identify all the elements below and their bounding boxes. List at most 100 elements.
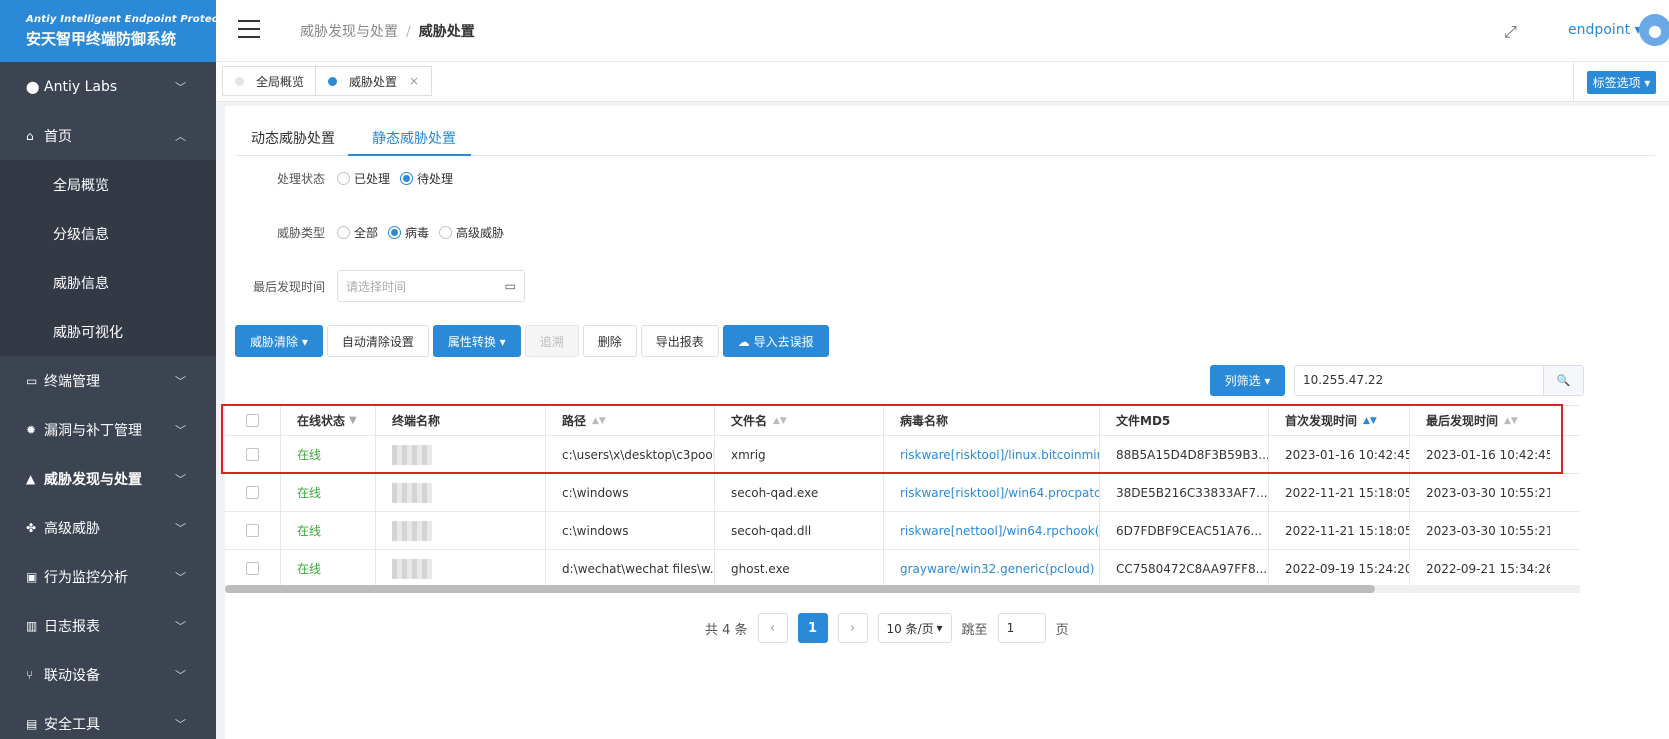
tab-overview[interactable]: 全局概览 — [222, 66, 318, 96]
radio-virus[interactable]: 病毒 — [388, 224, 429, 241]
status-cell: 在线 — [281, 550, 376, 587]
avatar[interactable]: ● — [1639, 14, 1669, 46]
radio-all[interactable]: 全部 — [337, 224, 378, 241]
md5-cell: 38DE5B216C33833AF7... — [1100, 474, 1269, 511]
sort-icon[interactable]: ▲▼ — [1363, 416, 1377, 426]
tab-label: 全局概览 — [256, 74, 305, 89]
jump-page-input[interactable]: 1 — [997, 613, 1046, 643]
filter-icon[interactable]: ▼ — [349, 415, 357, 426]
horizontal-scrollbar[interactable] — [225, 585, 1580, 593]
page-suffix: 页 — [1055, 622, 1069, 638]
endpoint-name-cell — [376, 474, 546, 511]
export-report-button[interactable]: 导出报表 — [640, 325, 719, 357]
page-number-button[interactable]: 1 — [797, 613, 828, 643]
endpoint-name-cell — [376, 550, 546, 587]
date-picker-input[interactable]: 请选择时间 ▭ — [337, 270, 525, 302]
radio-pending[interactable]: 待处理 — [400, 170, 453, 187]
sort-icon[interactable]: ▲▼ — [773, 416, 787, 426]
sidebar-item-label: 行为监控分析 — [44, 569, 128, 586]
trace-button[interactable]: 追溯 — [524, 325, 579, 357]
virus-name-link[interactable]: riskware[nettool]/win64.rpchook(pcloud) — [884, 512, 1100, 549]
header-online-status[interactable]: 在线状态 ▼ — [281, 406, 376, 435]
sub-tabs: 动态威胁处置 静态威胁处置 — [235, 116, 1655, 156]
tag-options-button[interactable]: 标签选项 ▾ — [1586, 70, 1657, 94]
sidebar-item-threat-disposal[interactable]: ▲ 威胁发现与处置 ﹀ — [0, 454, 216, 503]
sidebar-item-advanced-threat[interactable]: ✤ 高级威胁 ﹀ — [0, 503, 216, 552]
sidebar-subitem-threat-visual[interactable]: 威胁可视化 — [0, 307, 216, 356]
table-row[interactable]: 在线 c:\windows secoh-qad.exe riskware[ris… — [225, 474, 1580, 512]
close-icon[interactable]: × — [409, 74, 419, 88]
sidebar-item-home[interactable]: ⌂ 首页 ︿ — [0, 111, 216, 160]
sort-icon[interactable]: ▲▼ — [1504, 416, 1518, 426]
row-select-cell — [225, 474, 281, 511]
sidebar-subitem-overview[interactable]: 全局概览 — [0, 160, 216, 209]
table-row[interactable]: 在线 c:\windows secoh-qad.dll riskware[net… — [225, 512, 1580, 550]
radio-circle — [337, 172, 350, 185]
virus-name-link[interactable]: riskware[risktool]/linux.bitcoinminer.n(… — [884, 436, 1100, 473]
sidebar-item-label: 安全工具 — [44, 716, 100, 733]
row-checkbox[interactable] — [246, 524, 259, 537]
sidebar-item-linked-devices[interactable]: ⑂ 联动设备 ﹀ — [0, 650, 216, 699]
radio-advanced[interactable]: 高级威胁 — [439, 224, 504, 241]
search-input[interactable]: 10.255.47.22 — [1295, 366, 1543, 395]
row-checkbox[interactable] — [246, 486, 259, 499]
header-label: 在线状态 — [297, 414, 346, 428]
filename-cell: secoh-qad.dll — [715, 512, 884, 549]
radio-processed[interactable]: 已处理 — [337, 170, 390, 187]
sidebar-item-antiy-labs[interactable]: ⬤ Antiy Labs ﹀ — [0, 62, 216, 111]
last-seen-cell: 2023-03-30 10:55:21 — [1426, 485, 1550, 500]
logo: Antiy Intelligent Endpoint Protection 安天… — [0, 0, 241, 62]
sidebar-item-endpoint-mgmt[interactable]: ▭ 终端管理 ﹀ — [0, 356, 216, 405]
header-last-seen[interactable]: 最后发现时间 ▲▼ — [1410, 406, 1550, 435]
column-filter-button[interactable]: 列筛选 ▾ — [1210, 365, 1285, 396]
last-seen-cell: 2023-03-30 10:55:21 — [1426, 523, 1550, 538]
attribute-convert-button[interactable]: 属性转换 ▾ — [432, 325, 521, 357]
fullscreen-icon[interactable]: ⤢ — [1504, 22, 1517, 42]
logo-chinese: 安天智甲终端防御系统 — [26, 30, 177, 48]
header-label: 病毒名称 — [900, 413, 949, 428]
header-first-seen[interactable]: 首次发现时间 ▲▼ — [1269, 406, 1410, 435]
hamburger-menu-icon[interactable] — [238, 20, 260, 38]
tab-static-threat[interactable]: 静态威胁处置 — [372, 128, 456, 148]
header: 威胁发现与处置 / 威胁处置 ⤢ endpoint ▾ ● — [216, 0, 1669, 62]
table-row[interactable]: 在线 c:\users\x\desktop\c3pool xmrig riskw… — [225, 436, 1580, 474]
row-checkbox[interactable] — [246, 448, 259, 461]
row-checkbox[interactable] — [246, 562, 259, 575]
chevron-down-icon: ﹀ — [175, 570, 186, 584]
virus-name-link[interactable]: grayware/win32.generic(pcloud) — [884, 550, 1100, 587]
select-all-checkbox[interactable] — [246, 414, 259, 427]
user-dropdown[interactable]: endpoint ▾ — [1568, 22, 1642, 38]
delete-button[interactable]: 删除 — [582, 325, 637, 357]
auto-clear-settings-button[interactable]: 自动清除设置 — [326, 325, 429, 357]
sidebar-subitem-threat-info[interactable]: 威胁信息 — [0, 258, 216, 307]
radio-label: 高级威胁 — [456, 226, 505, 240]
header-path[interactable]: 路径 ▲▼ — [546, 406, 715, 435]
sidebar-item-label: 终端管理 — [44, 373, 100, 390]
first-seen-cell: 2023-01-16 10:42:45 — [1269, 436, 1410, 473]
tab-threat-disposal[interactable]: 威胁处置 × — [315, 66, 433, 96]
breadcrumb-parent[interactable]: 威胁发现与处置 — [300, 24, 398, 40]
virus-name-link[interactable]: riskware[risktool]/win64.procpatcher(pcl… — [884, 474, 1100, 511]
total-count: 共 4 条 — [705, 622, 748, 638]
sidebar-item-vuln-patch[interactable]: ✹ 漏洞与补丁管理 ﹀ — [0, 405, 216, 454]
sidebar-item-security-tools[interactable]: ▤ 安全工具 ﹀ — [0, 699, 216, 739]
threat-clear-button[interactable]: 威胁清除 ▾ — [235, 325, 323, 357]
header-filename[interactable]: 文件名 ▲▼ — [715, 406, 884, 435]
path-cell: c:\windows — [546, 474, 715, 511]
chevron-down-icon: ﹀ — [175, 423, 186, 437]
search-icon[interactable]: 🔍 — [1543, 366, 1583, 395]
next-page-button[interactable]: › — [837, 613, 868, 643]
page-size-select[interactable]: 10 条/页 ▾ — [877, 613, 952, 643]
sort-icon[interactable]: ▲▼ — [592, 416, 606, 426]
sidebar-item-log-report[interactable]: ▥ 日志报表 ﹀ — [0, 601, 216, 650]
scrollbar-thumb[interactable] — [225, 585, 1375, 593]
sidebar-subitem-grading[interactable]: 分级信息 — [0, 209, 216, 258]
filter-label: 威胁类型 — [276, 226, 325, 240]
prev-page-button[interactable]: ‹ — [757, 613, 788, 643]
tab-dynamic-threat[interactable]: 动态威胁处置 — [251, 128, 335, 148]
table-row[interactable]: 在线 d:\wechat\wechat files\w... ghost.exe… — [225, 550, 1580, 588]
location-pin-icon: ⬤ — [26, 79, 40, 94]
import-false-positive-button[interactable]: ☁ 导入去误报 — [722, 325, 829, 357]
sidebar-item-behavior-monitor[interactable]: ▣ 行为监控分析 ﹀ — [0, 552, 216, 601]
jump-value: 1 — [1006, 621, 1015, 635]
